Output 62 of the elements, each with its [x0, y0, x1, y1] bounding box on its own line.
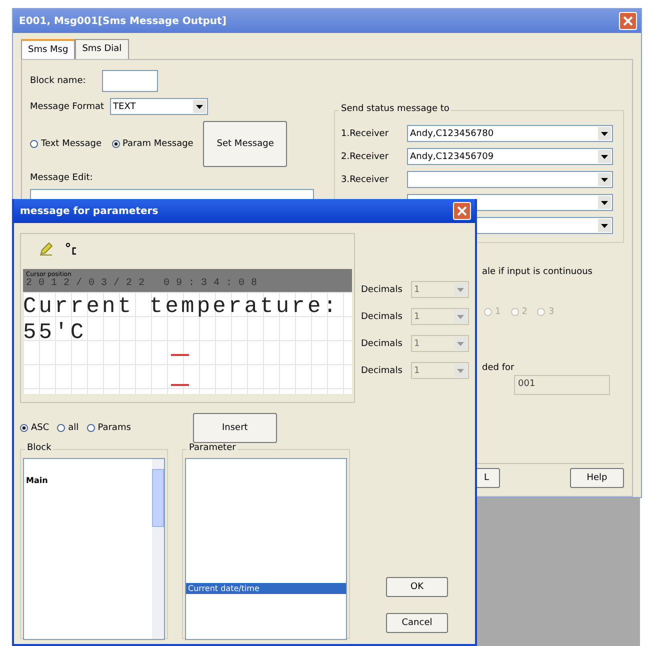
dropdown-arrow-icon [601, 224, 608, 228]
dropdown-arrow-icon [457, 342, 464, 346]
tab[interactable]: Sms Dial [75, 39, 129, 59]
dropdown-arrow-icon [457, 314, 464, 318]
dropdown-arrow-icon [196, 104, 204, 108]
continuous-note: ale if input is continuous [482, 267, 594, 277]
scroll-thumb[interactable] [152, 469, 164, 527]
close-button[interactable] [619, 12, 637, 30]
field-label: Decimals [361, 312, 404, 322]
close-button[interactable] [453, 202, 471, 220]
ok-button[interactable]: OK [386, 577, 448, 597]
window-title: message for parameters [20, 206, 158, 216]
receiver-dropdown[interactable]: Andy,C123456709 [407, 148, 613, 165]
field-label: Decimals [361, 366, 404, 376]
block-name-field[interactable] [102, 70, 158, 92]
field-label: Message Format [30, 102, 104, 112]
display-text: 55'C [23, 320, 88, 346]
degree-tool-button[interactable] [65, 242, 79, 256]
display-text: Current temperature: [23, 294, 340, 320]
radio-button[interactable]: ASC [20, 423, 50, 433]
dropdown-arrow-icon [457, 368, 464, 372]
list-box[interactable]: Current date/time [185, 458, 347, 640]
close-icon [457, 206, 467, 216]
field-label: ded for [482, 363, 516, 373]
degree-icon [65, 242, 79, 256]
dropdown-arrow-icon [601, 200, 608, 204]
receiver-label: 3.Receiver [341, 174, 390, 184]
edit-tool-button[interactable] [39, 242, 53, 256]
field-label: Block name: [30, 76, 86, 86]
message-format-dropdown[interactable]: TEXT [110, 98, 208, 115]
receiver-label: 2.Receiver [341, 152, 390, 162]
radio-button[interactable]: all [57, 423, 79, 433]
receiver-dropdown[interactable]: Andy,C123456780 [407, 125, 613, 142]
scrollbar[interactable] [152, 459, 164, 639]
cancel-button[interactable]: Cancel [386, 613, 448, 633]
list-box[interactable]: Main [23, 458, 165, 640]
cursor-mark [171, 384, 189, 386]
tab[interactable]: Sms Msg [21, 39, 76, 59]
pencil-icon [39, 242, 53, 256]
dropdown-arrow-icon [601, 132, 608, 136]
dropdown-arrow-icon [457, 288, 464, 292]
group-title: Send status message to [339, 104, 452, 114]
list-item[interactable]: Current date/time [186, 583, 346, 594]
group-title: Parameter [187, 443, 238, 453]
list-item[interactable]: Main [24, 475, 152, 486]
radio-button[interactable]: Params [86, 423, 131, 433]
insert-button[interactable]: Insert [192, 413, 277, 443]
help-button[interactable]: Help [570, 468, 624, 488]
dropdown-arrow-icon [601, 154, 608, 158]
window-title: E001, Msg001[Sms Message Output] [19, 16, 226, 26]
radio-button[interactable]: Param Message [112, 139, 194, 149]
date-time-text: 2012/03/22 09:34:08 [26, 278, 265, 289]
set-message-button[interactable]: Set Message [203, 121, 288, 167]
group-title: Block [25, 443, 54, 453]
receiver-label: 1.Receiver [341, 128, 390, 138]
dropdown-arrow-icon [601, 178, 608, 182]
radio-button[interactable]: Text Message [30, 139, 102, 149]
field-label: Decimals [361, 338, 404, 348]
field-label: Decimals [361, 284, 404, 294]
cursor-mark [171, 354, 189, 356]
close-icon [623, 16, 633, 26]
field-label: Message Edit: [30, 173, 94, 183]
